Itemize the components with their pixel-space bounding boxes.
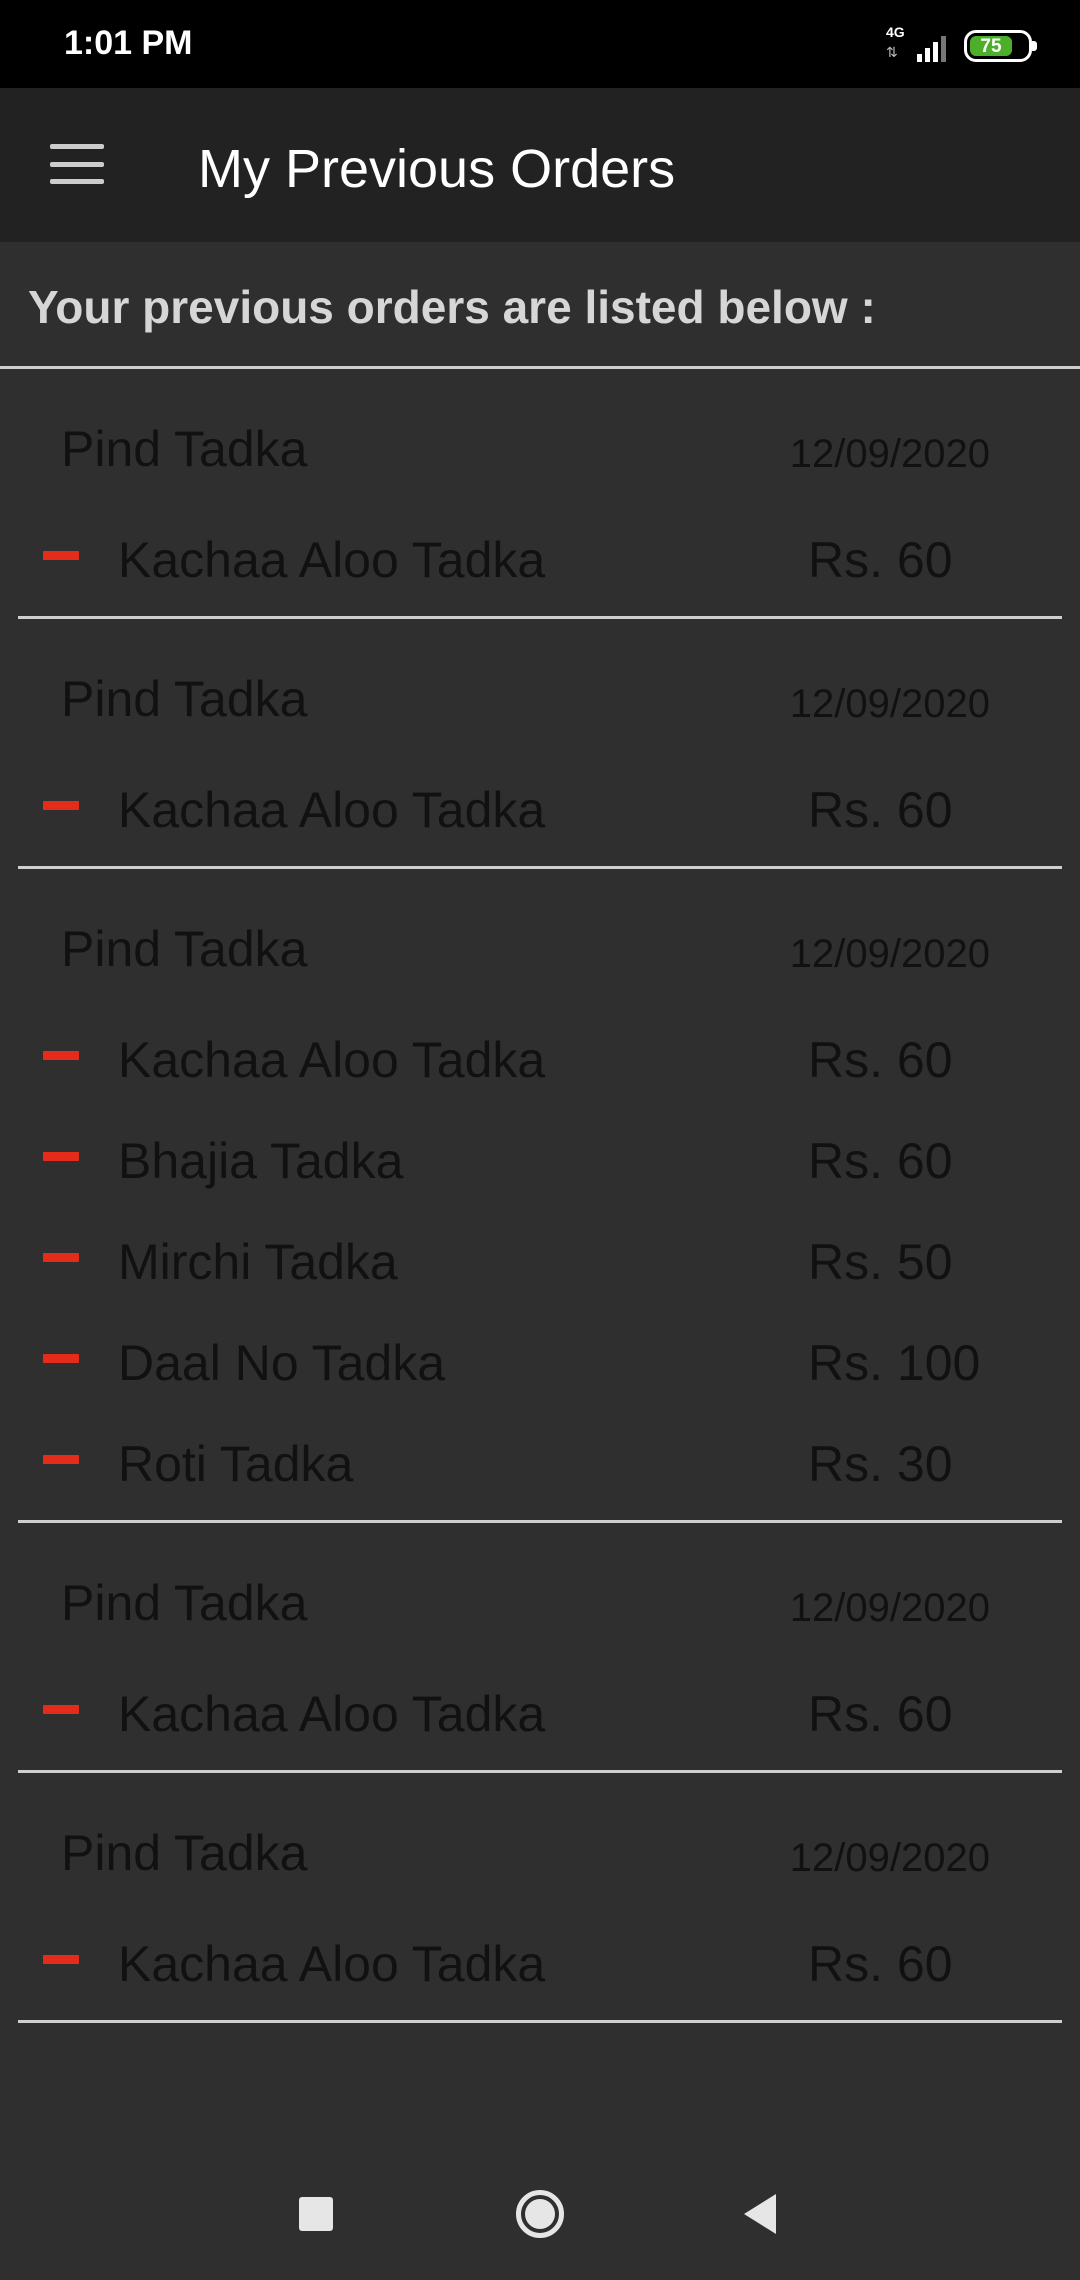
item-price: Rs. 60 <box>808 782 953 838</box>
order-items: Kachaa Aloo Tadka Rs. 60 <box>18 1663 1062 1770</box>
remove-item-minus-icon[interactable] <box>43 801 79 810</box>
back-triangle-icon[interactable] <box>720 2174 800 2254</box>
order-date: 12/09/2020 <box>789 932 990 976</box>
hamburger-menu-icon[interactable] <box>50 144 104 184</box>
network-type: 4G <box>886 24 905 40</box>
data-arrows-icon: ⇅ <box>886 44 898 60</box>
restaurant-name: Pind Tadka <box>61 1825 308 1881</box>
order-date: 12/09/2020 <box>789 682 990 726</box>
item-price: Rs. 60 <box>808 1936 953 1992</box>
order-item-row: Kachaa Aloo Tadka Rs. 60 <box>18 509 1062 610</box>
recents-square-icon[interactable] <box>276 2174 356 2254</box>
order-date: 12/09/2020 <box>789 432 990 476</box>
order-header: Pind Tadka 12/09/2020 <box>18 369 1062 509</box>
order-header: Pind Tadka 12/09/2020 <box>18 1523 1062 1663</box>
item-price: Rs. 30 <box>808 1436 953 1492</box>
order-item-row: Mirchi Tadka Rs. 50 <box>18 1211 1062 1312</box>
item-price: Rs. 60 <box>808 1032 953 1088</box>
order-item-row: Roti Tadka Rs. 30 <box>18 1413 1062 1514</box>
system-nav-bar <box>0 2130 1080 2280</box>
remove-item-minus-icon[interactable] <box>43 551 79 560</box>
signal-icon: 4G ⇅ <box>886 24 946 66</box>
item-price: Rs. 50 <box>808 1234 953 1290</box>
item-price: Rs. 60 <box>808 532 953 588</box>
remove-item-minus-icon[interactable] <box>43 1051 79 1060</box>
item-name: Kachaa Aloo Tadka <box>118 532 546 588</box>
home-circle-icon[interactable] <box>500 2174 580 2254</box>
remove-item-minus-icon[interactable] <box>43 1955 79 1964</box>
order-item-row: Kachaa Aloo Tadka Rs. 60 <box>18 1663 1062 1764</box>
item-price: Rs. 60 <box>808 1133 953 1189</box>
battery-icon: 75 <box>964 30 1037 62</box>
item-name: Bhajia Tadka <box>118 1133 404 1189</box>
remove-item-minus-icon[interactable] <box>43 1455 79 1464</box>
signal-bars-icon <box>917 36 946 62</box>
order-card: Pind Tadka 12/09/2020 Kachaa Aloo Tadka Rs.… <box>18 369 1062 619</box>
order-items: Kachaa Aloo Tadka Rs. 60 <box>18 509 1062 616</box>
item-price: Rs. 60 <box>808 1686 953 1742</box>
order-header: Pind Tadka 12/09/2020 <box>18 619 1062 759</box>
order-date: 12/09/2020 <box>789 1586 990 1630</box>
remove-item-minus-icon[interactable] <box>43 1354 79 1363</box>
item-name: Roti Tadka <box>118 1436 354 1492</box>
status-bar: 1:01 PM 4G ⇅ 75 <box>0 0 1080 88</box>
restaurant-name: Pind Tadka <box>61 1575 308 1631</box>
restaurant-name: Pind Tadka <box>61 921 308 977</box>
item-name: Kachaa Aloo Tadka <box>118 1032 546 1088</box>
remove-item-minus-icon[interactable] <box>43 1705 79 1714</box>
restaurant-name: Pind Tadka <box>61 421 308 477</box>
order-card: Pind Tadka 12/09/2020 Kachaa Aloo Tadka Rs.… <box>18 869 1062 1523</box>
order-header: Pind Tadka 12/09/2020 <box>18 869 1062 1009</box>
item-name: Kachaa Aloo Tadka <box>118 1686 546 1742</box>
orders-list[interactable]: Pind Tadka 12/09/2020 Kachaa Aloo Tadka Rs.… <box>0 369 1080 2130</box>
order-card: Pind Tadka 12/09/2020 Kachaa Aloo Tadka Rs.… <box>18 1523 1062 1773</box>
item-name: Kachaa Aloo Tadka <box>118 782 546 838</box>
status-time: 1:01 PM <box>64 24 193 62</box>
order-item-row: Bhajia Tadka Rs. 60 <box>18 1110 1062 1211</box>
orders-subtitle: Your previous orders are listed below : <box>28 281 876 333</box>
remove-item-minus-icon[interactable] <box>43 1152 79 1161</box>
item-name: Mirchi Tadka <box>118 1234 398 1290</box>
battery-level: 75 <box>980 35 1002 57</box>
page-title: My Previous Orders <box>198 139 676 199</box>
item-price: Rs. 100 <box>808 1335 981 1391</box>
item-name: Daal No Tadka <box>118 1335 446 1391</box>
order-items: Kachaa Aloo Tadka Rs. 60 <box>18 759 1062 866</box>
order-item-row: Kachaa Aloo Tadka Rs. 60 <box>18 1009 1062 1110</box>
status-icons: 4G ⇅ 75 <box>886 24 1037 66</box>
order-card: Pind Tadka 12/09/2020 Kachaa Aloo Tadka Rs.… <box>18 619 1062 869</box>
item-name: Kachaa Aloo Tadka <box>118 1936 546 1992</box>
remove-item-minus-icon[interactable] <box>43 1253 79 1262</box>
app-bar: My Previous Orders <box>0 88 1080 242</box>
order-header: Pind Tadka 12/09/2020 <box>18 1773 1062 1913</box>
order-items: Kachaa Aloo Tadka Rs. 60 Bhajia Tadka Rs. 6… <box>18 1009 1062 1520</box>
restaurant-name: Pind Tadka <box>61 671 308 727</box>
order-item-row: Kachaa Aloo Tadka Rs. 60 <box>18 1913 1062 2014</box>
order-card: Pind Tadka 12/09/2020 Kachaa Aloo Tadka Rs.… <box>18 1773 1062 2023</box>
order-item-row: Daal No Tadka Rs. 100 <box>18 1312 1062 1413</box>
order-item-row: Kachaa Aloo Tadka Rs. 60 <box>18 759 1062 860</box>
order-items: Kachaa Aloo Tadka Rs. 60 <box>18 1913 1062 2020</box>
order-date: 12/09/2020 <box>789 1836 990 1880</box>
